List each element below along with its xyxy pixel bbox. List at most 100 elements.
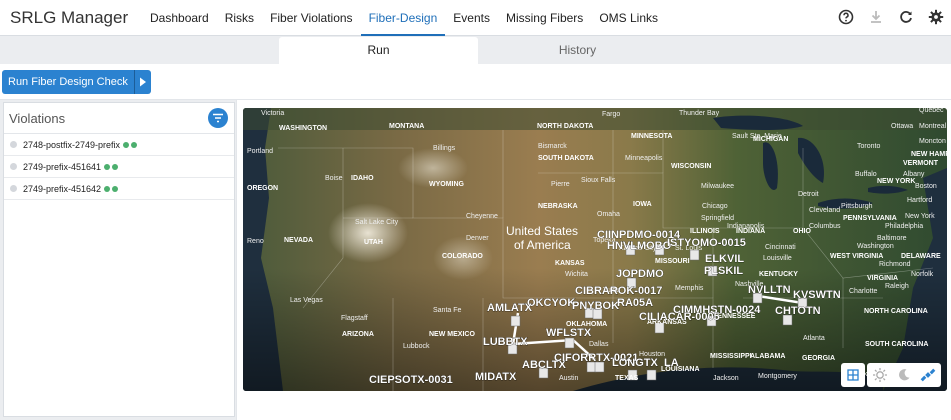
- top-navbar: SRLG Manager Dashboard Risks Fiber Viola…: [0, 0, 951, 36]
- city-label: Springfield: [701, 215, 734, 222]
- state-label: KANSAS: [555, 260, 585, 267]
- sun-icon[interactable]: [871, 365, 889, 385]
- city-label: Chicago: [702, 203, 728, 210]
- refresh-icon[interactable]: [897, 8, 915, 26]
- play-arrow-icon[interactable]: [134, 70, 151, 94]
- satellite-icon[interactable]: [919, 365, 937, 385]
- city-label: Toronto: [857, 143, 880, 150]
- state-label: MISSISSIPPI: [710, 353, 752, 360]
- tab-history[interactable]: History: [478, 37, 677, 64]
- site-label[interactable]: LA: [664, 357, 679, 370]
- nav-oms-links[interactable]: OMS Links: [591, 0, 666, 36]
- violation-item[interactable]: 2748-postfix-2749-prefix: [4, 134, 234, 156]
- site-label[interactable]: NVLLTN: [748, 284, 791, 297]
- grid-icon[interactable]: [841, 363, 865, 387]
- site-label[interactable]: LUBBTX: [483, 336, 529, 349]
- site-label[interactable]: JOPDMO: [616, 268, 665, 281]
- run-button-label[interactable]: Run Fiber Design Check: [2, 70, 135, 94]
- state-label: ARIZONA: [342, 331, 374, 338]
- country-label: United States of America: [506, 224, 578, 252]
- state-label: NORTH CAROLINA: [864, 308, 928, 315]
- city-label: Boise: [325, 175, 343, 182]
- status-dots: [104, 163, 119, 170]
- city-label: Ottawa: [891, 123, 913, 130]
- violation-item[interactable]: 2749-prefix-451641: [4, 156, 234, 178]
- radio-icon[interactable]: [10, 163, 17, 170]
- state-label: MISSOURI: [655, 258, 690, 265]
- city-label: Cleveland: [809, 207, 840, 214]
- city-label: Denver: [466, 235, 489, 242]
- nav-events[interactable]: Events: [445, 0, 498, 36]
- state-label: SOUTH DAKOTA: [538, 155, 594, 162]
- site-label[interactable]: CIEPSOTX-0031: [369, 374, 453, 387]
- tab-run[interactable]: Run: [279, 37, 478, 64]
- state-label: WASHINGTON: [279, 125, 327, 132]
- site-label[interactable]: WFLSTX: [546, 327, 592, 340]
- state-label: IOWA: [633, 201, 652, 208]
- state-label: NEBRASKA: [538, 203, 578, 210]
- site-label[interactable]: KVSWTN: [793, 289, 841, 302]
- state-label: NEW MEXICO: [429, 331, 475, 338]
- city-label: Columbus: [809, 223, 841, 230]
- site-label[interactable]: CIBRAROK-0017: [575, 285, 663, 298]
- site-label[interactable]: PNYBOK: [572, 300, 620, 313]
- city-label: Hartford: [907, 197, 932, 204]
- site-label[interactable]: OKCYOK: [527, 297, 576, 310]
- site-label[interactable]: MIDATX: [475, 371, 518, 384]
- state-label: COLORADO: [442, 253, 483, 260]
- moon-icon[interactable]: [895, 365, 913, 385]
- site-label[interactable]: LONGTX: [612, 357, 659, 370]
- filter-icon[interactable]: [208, 108, 228, 128]
- city-label: Bismarck: [538, 143, 567, 150]
- radio-icon[interactable]: [10, 185, 17, 192]
- help-circle-icon[interactable]: [837, 8, 855, 26]
- state-label: TEXAS: [615, 375, 639, 382]
- run-fiber-design-check-button[interactable]: Run Fiber Design Check: [2, 70, 151, 94]
- status-dots: [123, 141, 138, 148]
- app-title: SRLG Manager: [10, 8, 129, 27]
- violations-panel: Violations 2748-postfix-2749-prefix 2749…: [3, 102, 235, 417]
- city-label: Baltimore: [877, 235, 907, 242]
- city-label: Portland: [247, 148, 273, 155]
- city-label: Salt Lake City: [355, 219, 399, 226]
- state-label: DELAWARE: [901, 253, 941, 260]
- city-label: Billings: [433, 145, 456, 152]
- main-nav: Dashboard Risks Fiber Violations Fiber-D…: [142, 0, 666, 36]
- city-label: Flagstaff: [341, 315, 368, 322]
- nav-dashboard[interactable]: Dashboard: [142, 0, 217, 36]
- radio-icon[interactable]: [10, 141, 17, 148]
- state-label: MONTANA: [389, 123, 424, 130]
- status-dot-icon: [104, 185, 111, 192]
- state-label: WEST VIRGINIA: [830, 253, 883, 260]
- site-label[interactable]: CILIACAR-0005: [639, 311, 720, 324]
- site-label[interactable]: HNVLMOBO: [607, 240, 672, 253]
- state-label: SOUTH CAROLINA: [865, 341, 928, 348]
- run-toolbar: Run Fiber Design Check: [0, 64, 951, 100]
- nav-missing-fibers[interactable]: Missing Fibers: [498, 0, 591, 36]
- city-label: Boston: [915, 183, 937, 190]
- nav-fiber-design[interactable]: Fiber-Design: [360, 0, 446, 36]
- city-label: Quebec: [919, 108, 944, 114]
- state-label: WYOMING: [429, 181, 465, 188]
- download-icon[interactable]: [867, 8, 885, 26]
- map-canvas[interactable]: WASHINGTON MONTANA NORTH DAKOTA MINNESOT…: [243, 108, 947, 391]
- site-label[interactable]: ELKVIL: [705, 253, 745, 266]
- nav-fiber-violations[interactable]: Fiber Violations: [262, 0, 361, 36]
- violation-label: 2749-prefix-451641: [23, 161, 102, 172]
- site-label[interactable]: ISTYOMO-0015: [667, 237, 746, 250]
- site-label[interactable]: CHTOTN: [775, 305, 821, 318]
- state-label: IDAHO: [351, 175, 374, 182]
- state-label: KENTUCKY: [759, 271, 798, 278]
- city-label: Moncton: [919, 138, 946, 145]
- nav-risks[interactable]: Risks: [217, 0, 262, 36]
- city-label: Omaha: [597, 211, 620, 218]
- city-label: Reno: [247, 238, 264, 245]
- violation-item[interactable]: 2749-prefix-451642: [4, 178, 234, 200]
- site-label[interactable]: AMLATX: [487, 302, 533, 315]
- state-label: NEW HAMPSHIRE: [911, 151, 947, 158]
- gear-icon[interactable]: [927, 8, 945, 26]
- status-dots: [104, 185, 119, 192]
- satellite-map[interactable]: WASHINGTON MONTANA NORTH DAKOTA MINNESOT…: [243, 108, 947, 391]
- site-label[interactable]: PLSKIL: [704, 265, 744, 278]
- site-label[interactable]: RA05A: [617, 297, 654, 310]
